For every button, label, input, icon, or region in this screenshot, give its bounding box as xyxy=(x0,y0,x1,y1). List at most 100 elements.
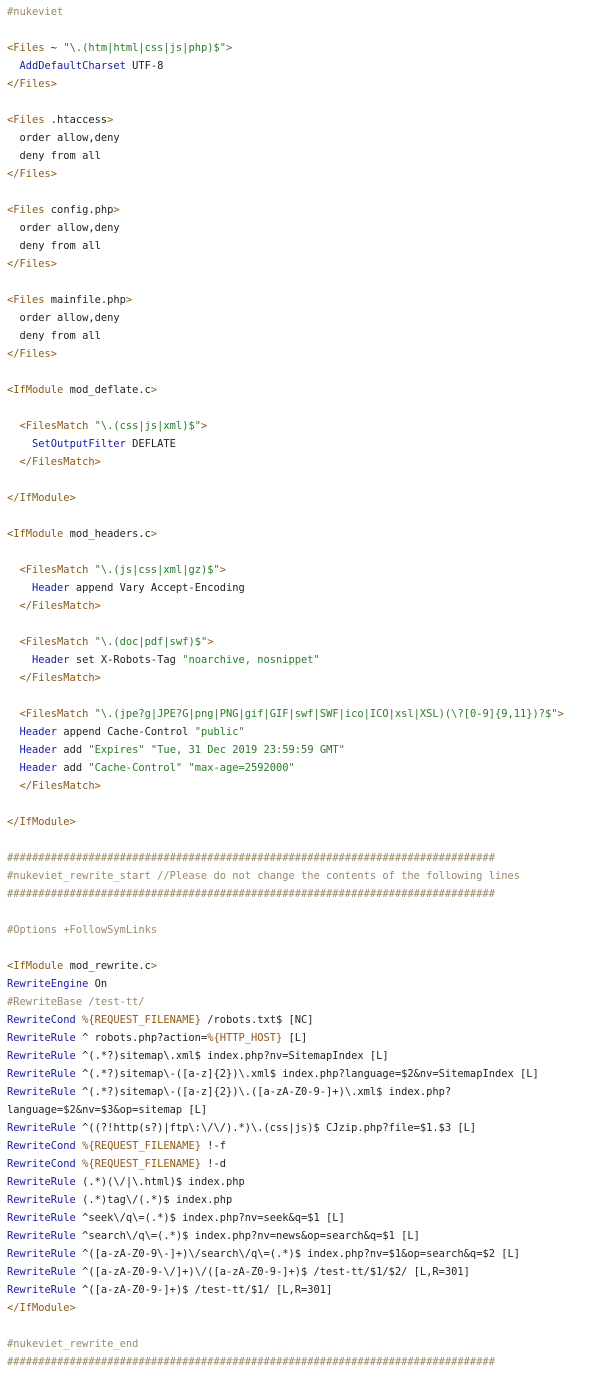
string-token: "\.(htm|html|css|js|php)$" xyxy=(63,42,226,54)
string-token: "\.(js|css|xml|gz)$" xyxy=(94,564,220,576)
directive-token: RewriteCond xyxy=(7,1140,76,1152)
tag-token: > xyxy=(200,420,208,432)
text-token: (.*)(\/|\.html)$ index.php xyxy=(75,1176,245,1188)
tag-token: <IfModule xyxy=(7,528,64,540)
variable-token: %{REQUEST_FILENAME} xyxy=(82,1140,201,1152)
code-line: </IfModule> xyxy=(7,813,600,831)
tag-token: </IfModule> xyxy=(7,1302,76,1314)
tag-token: <FilesMatch xyxy=(19,708,89,720)
tag-token: </IfModule> xyxy=(7,492,76,504)
directive-token: RewriteRule xyxy=(7,1284,76,1296)
directive-token: RewriteRule xyxy=(7,1050,76,1062)
directive-token: Header xyxy=(32,582,70,594)
string-token: "\.(doc|pdf|swf)$" xyxy=(94,636,208,648)
code-line: Header add "Expires" "Tue, 31 Dec 2019 2… xyxy=(7,741,600,759)
code-line: Header append Vary Accept-Encoding xyxy=(7,579,600,597)
tag-token: </FilesMatch> xyxy=(19,456,101,468)
directive-token: Header xyxy=(19,762,58,774)
directive-token: RewriteCond xyxy=(7,1158,76,1170)
code-line: AddDefaultCharset UTF-8 xyxy=(7,57,600,75)
code-line: ########################################… xyxy=(7,849,600,867)
comment-token: ########################################… xyxy=(7,852,495,864)
tag-token: <IfModule xyxy=(7,384,64,396)
text-token: ~ xyxy=(44,42,64,54)
variable-token: %{HTTP_HOST} xyxy=(207,1032,283,1044)
comment-token: ########################################… xyxy=(7,1356,495,1368)
tag-token: </Files> xyxy=(7,348,58,360)
directive-token: SetOutputFilter xyxy=(32,438,126,450)
code-line: language=$2&nv=$3&op=sitemap [L] xyxy=(7,1101,600,1119)
code-line: <FilesMatch "\.(doc|pdf|swf)$"> xyxy=(7,633,600,651)
text-token: mod_rewrite.c xyxy=(63,960,151,972)
code-line: ########################################… xyxy=(7,885,600,903)
code-line: RewriteRule ^(.*?)sitemap\.xml$ index.ph… xyxy=(7,1047,600,1065)
tag-token: </FilesMatch> xyxy=(19,600,101,612)
code-line: order allow,deny xyxy=(7,219,600,237)
variable-token: %{REQUEST_FILENAME} xyxy=(82,1014,201,1026)
tag-token: > xyxy=(150,384,158,396)
code-line: #nukeviet_rewrite_start //Please do not … xyxy=(7,867,600,885)
code-line: RewriteRule ^search\/q\=(.*)$ index.php?… xyxy=(7,1227,600,1245)
htaccess-code-listing: #nukeviet <Files ~ "\.(htm|html|css|js|ph… xyxy=(0,0,600,1371)
tag-token: > xyxy=(150,960,158,972)
text-token: ^(.*?)sitemap\.xml$ index.php?nv=Sitemap… xyxy=(75,1050,389,1062)
tag-token: > xyxy=(557,708,564,720)
tag-token: > xyxy=(150,528,158,540)
string-token: "public" xyxy=(194,726,245,738)
text-token: .htaccess xyxy=(44,114,108,126)
directive-token: RewriteCond xyxy=(7,1014,76,1026)
tag-token: </Files> xyxy=(7,258,58,270)
code-line: deny from all xyxy=(7,237,600,255)
code-line: <IfModule mod_rewrite.c> xyxy=(7,957,600,975)
code-line: <Files mainfile.php> xyxy=(7,291,600,309)
text-token: order allow,deny xyxy=(7,222,120,234)
text-token: language=$2&nv=$3&op=sitemap [L] xyxy=(7,1104,208,1116)
string-token: "\.(jpe?g|JPE?G|png|PNG|gif|GIF|swf|SWF|… xyxy=(94,708,558,720)
code-line: RewriteRule ^(.*?)sitemap\-([a-z]{2})\.(… xyxy=(7,1083,600,1101)
code-line: RewriteRule (.*)tag\/(.*)$ index.php xyxy=(7,1191,600,1209)
text-token: add xyxy=(57,762,89,774)
code-line: <IfModule mod_headers.c> xyxy=(7,525,600,543)
code-line: <Files .htaccess> xyxy=(7,111,600,129)
directive-token: RewriteRule xyxy=(7,1194,76,1206)
string-token: "\.(css|js|xml)$" xyxy=(94,420,201,432)
tag-token: <Files xyxy=(7,42,45,54)
code-line: </FilesMatch> xyxy=(7,777,600,795)
tag-token: > xyxy=(225,42,233,54)
text-token: ^ robots.php?action= xyxy=(75,1032,208,1044)
tag-token: <IfModule xyxy=(7,960,64,972)
directive-token: RewriteRule xyxy=(7,1248,76,1260)
text-token: mainfile.php xyxy=(44,294,126,306)
text-token: order allow,deny xyxy=(7,132,120,144)
directive-token: Header xyxy=(19,726,58,738)
comment-token: ########################################… xyxy=(7,888,495,900)
text-token: /robots.txt$ [NC] xyxy=(200,1014,314,1026)
directive-token: RewriteRule xyxy=(7,1266,76,1278)
comment-token: #nukeviet_rewrite_end xyxy=(7,1338,139,1350)
text-token: ^(.*?)sitemap\-([a-z]{2})\.xml$ index.ph… xyxy=(75,1068,539,1080)
text-token: [L] xyxy=(282,1032,308,1044)
code-line: <IfModule mod_deflate.c> xyxy=(7,381,600,399)
code-line: RewriteCond %{REQUEST_FILENAME} !-d xyxy=(7,1155,600,1173)
text-token: deny from all xyxy=(7,150,101,162)
code-line: RewriteRule (.*)(\/|\.html)$ index.php xyxy=(7,1173,600,1191)
code-line: </Files> xyxy=(7,255,600,273)
text-token: config.php xyxy=(44,204,114,216)
text-token: order allow,deny xyxy=(7,312,120,324)
text-token: append Vary Accept-Encoding xyxy=(69,582,245,594)
string-token: "max-age=2592000" xyxy=(188,762,295,774)
